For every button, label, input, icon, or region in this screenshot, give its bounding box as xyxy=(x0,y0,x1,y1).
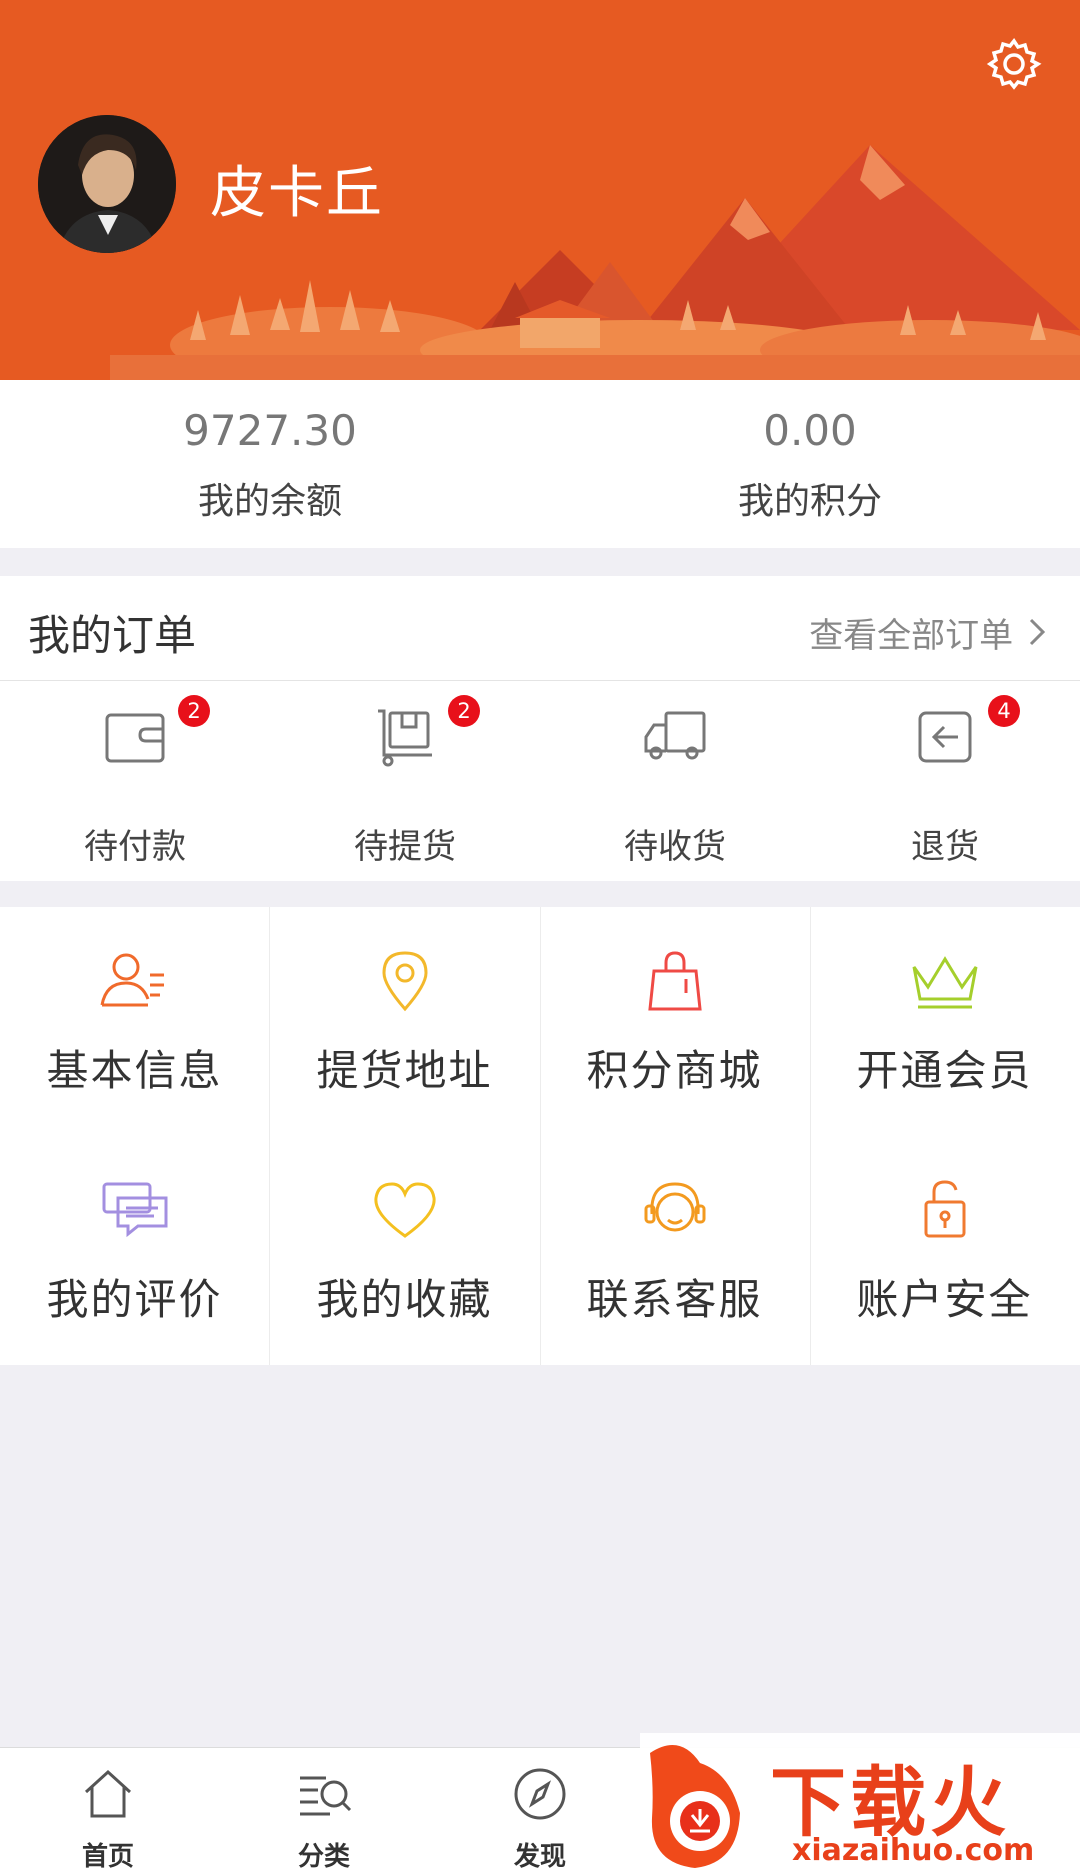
tab-discover[interactable]: 发现 xyxy=(432,1748,648,1876)
avatar[interactable] xyxy=(38,115,176,253)
gear-icon xyxy=(986,38,1042,90)
category-search-icon xyxy=(300,1776,352,1816)
menu-basic-info-label: 基本信息 xyxy=(46,1046,223,1095)
padlock-icon xyxy=(924,1180,966,1238)
balance-stat[interactable]: 9727.30 我的余额 xyxy=(0,380,540,548)
order-returns[interactable]: 4 退货 xyxy=(810,681,1080,881)
menu-account-security[interactable]: 账户安全 xyxy=(810,1136,1079,1365)
balance-value: 9727.30 xyxy=(183,406,357,455)
points-label: 我的积分 xyxy=(737,481,882,522)
pending-payment-badge: 2 xyxy=(178,695,210,727)
user-info-icon xyxy=(100,953,164,1007)
flame-logo-icon xyxy=(650,1745,740,1868)
menu-my-reviews[interactable]: 我的评价 xyxy=(0,1136,269,1365)
account-stats: 9727.30 我的余额 0.00 我的积分 xyxy=(0,380,1080,548)
crown-icon xyxy=(912,956,978,1009)
menu-account-security-label: 账户安全 xyxy=(856,1275,1033,1324)
order-returns-label: 退货 xyxy=(911,827,979,867)
compass-icon xyxy=(514,1768,566,1820)
menu-my-reviews-label: 我的评价 xyxy=(46,1275,223,1324)
order-pending-pickup[interactable]: 2 待提货 xyxy=(270,681,540,881)
truck-icon xyxy=(644,711,706,760)
tab-category[interactable]: 分类 xyxy=(216,1748,432,1876)
chevron-right-icon xyxy=(1029,618,1046,646)
view-all-orders-label: 查看全部订单 xyxy=(809,616,1014,656)
menu-open-membership-label: 开通会员 xyxy=(856,1046,1033,1095)
shopping-bag-icon xyxy=(648,951,702,1011)
order-pending-pickup-label: 待提货 xyxy=(354,827,456,867)
watermark-logo: 下载火 xiazaihuo.com xyxy=(640,1733,1080,1875)
menu-points-mall[interactable]: 积分商城 xyxy=(540,907,809,1136)
menu-customer-service-label: 联系客服 xyxy=(586,1275,763,1324)
avatar-portrait-icon xyxy=(38,115,176,253)
menu-my-favorites-label: 我的收藏 xyxy=(316,1275,493,1324)
settings-button[interactable] xyxy=(985,35,1043,93)
service-menu-grid: 基本信息 提货地址 积分商城 开通会员 我的评价 我的收藏 联系客服 账户安全 xyxy=(0,907,1080,1365)
menu-points-mall-label: 积分商城 xyxy=(586,1046,763,1095)
tab-home[interactable]: 首页 xyxy=(0,1748,216,1876)
menu-open-membership[interactable]: 开通会员 xyxy=(810,907,1079,1136)
customer-service-icon xyxy=(644,1182,706,1232)
heart-icon xyxy=(374,1182,436,1238)
view-all-orders-link[interactable]: 查看全部订单 xyxy=(809,608,1046,657)
tab-home-label: 首页 xyxy=(81,1842,134,1872)
menu-basic-info[interactable]: 基本信息 xyxy=(0,907,269,1136)
menu-pickup-address-label: 提货地址 xyxy=(316,1046,493,1095)
order-pending-payment[interactable]: 2 待付款 xyxy=(0,681,270,881)
return-icon xyxy=(918,711,972,763)
order-pending-payment-label: 待付款 xyxy=(84,827,186,867)
tab-category-label: 分类 xyxy=(297,1842,350,1872)
location-pin-icon xyxy=(382,951,428,1012)
home-icon xyxy=(84,1769,132,1818)
menu-pickup-address[interactable]: 提货地址 xyxy=(270,907,539,1136)
order-status-row: 2 待付款 2 待提货 待收货 4 退货 xyxy=(0,681,1080,881)
points-stat[interactable]: 0.00 我的积分 xyxy=(540,380,1080,548)
username: 皮卡丘 xyxy=(210,161,384,226)
order-pending-receipt[interactable]: 待收货 xyxy=(540,681,810,881)
tab-discover-label: 发现 xyxy=(513,1842,566,1872)
menu-customer-service[interactable]: 联系客服 xyxy=(540,1136,809,1365)
orders-header: 我的订单 查看全部订单 xyxy=(0,576,1080,681)
balance-label: 我的余额 xyxy=(197,481,342,522)
chat-bubbles-icon xyxy=(102,1182,168,1238)
menu-my-favorites[interactable]: 我的收藏 xyxy=(270,1136,539,1365)
returns-badge: 4 xyxy=(988,695,1020,727)
points-value: 0.00 xyxy=(763,406,857,455)
pickup-cart-icon xyxy=(378,709,432,767)
orders-title: 我的订单 xyxy=(28,611,197,660)
pending-pickup-badge: 2 xyxy=(448,695,480,727)
order-pending-receipt-label: 待收货 xyxy=(624,827,726,867)
watermark-url: xiazaihuo.com xyxy=(792,1833,1035,1868)
wallet-icon xyxy=(105,713,165,763)
profile-header: 皮卡丘 xyxy=(0,0,1080,380)
